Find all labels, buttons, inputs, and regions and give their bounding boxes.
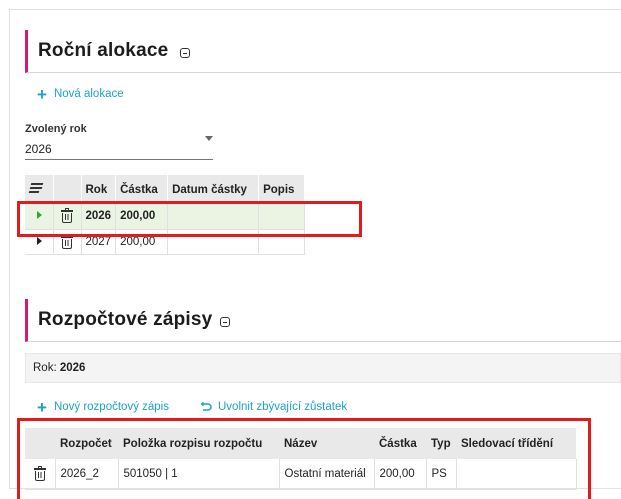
- column-header[interactable]: Rok: [81, 175, 117, 204]
- table-header-row: Rozpočet Položka rozpisu rozpočtu Název …: [25, 428, 576, 459]
- caret-down-icon: [205, 136, 213, 141]
- cell-sledovaci: [456, 459, 577, 490]
- trash-icon[interactable]: [33, 465, 46, 481]
- new-budget-entry-link[interactable]: + Nový rozpočtový zápis: [37, 397, 169, 417]
- cell-datum: [167, 204, 260, 230]
- chevron-right-icon[interactable]: [37, 211, 43, 220]
- cell-castka: 200,00: [115, 204, 169, 230]
- cell-rok: 2027: [81, 229, 117, 255]
- cell-rok: 2026: [81, 204, 117, 230]
- column-header[interactable]: Název: [279, 428, 374, 459]
- year-info-bar: Rok: 2026: [25, 353, 621, 383]
- column-actions: [25, 428, 55, 459]
- cell-polozka: 501050 | 1: [118, 459, 280, 490]
- annual-allocation-title: Roční alokace: [38, 40, 169, 61]
- table-row[interactable]: 2026_2 501050 | 1 Ostatní materiál 200,0…: [25, 459, 577, 490]
- year-select-value: 2026: [25, 142, 52, 156]
- budget-entries-title: Rozpočtové zápisy: [38, 309, 213, 330]
- expand-cell[interactable]: [25, 229, 54, 255]
- column-header[interactable]: Typ: [426, 428, 456, 459]
- year-info-value: 2026: [59, 362, 86, 374]
- column-actions: [53, 175, 82, 204]
- collapse-icon[interactable]: [220, 317, 230, 327]
- expand-cell[interactable]: [25, 204, 54, 230]
- cell-rozpocet: 2026_2: [55, 459, 119, 490]
- new-allocation-label: Nová alokace: [53, 88, 124, 100]
- delete-cell[interactable]: [53, 204, 82, 230]
- budget-entries-header: Rozpočtové zápisy: [25, 299, 621, 342]
- chevron-right-icon[interactable]: [37, 236, 43, 245]
- annual-allocation-table: Rok Částka Datum částky Popis 2026 200,0…: [25, 175, 306, 255]
- column-header[interactable]: Položka rozpisu rozpočtu: [118, 428, 279, 459]
- cell-popis: [258, 204, 306, 230]
- collapse-icon[interactable]: [180, 48, 190, 58]
- year-info-label: Rok:: [33, 362, 57, 374]
- new-budget-entry-label: Nový rozpočtový zápis: [53, 401, 169, 413]
- table-row[interactable]: 2026 200,00: [25, 204, 306, 230]
- table-row[interactable]: 2027 200,00: [25, 229, 306, 255]
- delete-cell[interactable]: [53, 229, 82, 255]
- annual-allocation-header: Roční alokace: [25, 30, 621, 73]
- release-balance-link[interactable]: Uvolnit zbývající zůstatek: [200, 401, 347, 413]
- selected-year-label: Zvolený rok: [25, 123, 87, 135]
- column-header[interactable]: Datum částky: [167, 175, 260, 204]
- trash-icon[interactable]: [61, 208, 73, 224]
- column-header[interactable]: Částka: [374, 428, 426, 459]
- column-header[interactable]: Částka: [115, 175, 169, 204]
- undo-icon: [200, 401, 212, 411]
- column-header[interactable]: Rozpočet: [55, 428, 118, 459]
- cell-castka: 200,00: [374, 459, 427, 490]
- menu-icon[interactable]: [28, 183, 44, 193]
- budget-entries-table: Rozpočet Položka rozpisu rozpočtu Název …: [25, 428, 577, 490]
- plus-icon: +: [37, 84, 47, 104]
- cell-popis: [258, 229, 306, 255]
- new-allocation-link[interactable]: + Nová alokace: [37, 84, 124, 104]
- year-select[interactable]: 2026: [25, 136, 213, 160]
- cell-datum: [167, 229, 260, 255]
- cell-castka: 200,00: [115, 229, 169, 255]
- cell-typ: PS: [426, 459, 457, 490]
- cell-nazev: Ostatní materiál: [279, 459, 375, 490]
- plus-icon: +: [37, 397, 47, 417]
- delete-cell[interactable]: [25, 459, 56, 490]
- column-header[interactable]: Sledovací třídění: [456, 428, 576, 459]
- table-header-row: Rok Částka Datum částky Popis: [25, 175, 306, 204]
- release-balance-label: Uvolnit zbývající zůstatek: [218, 401, 348, 413]
- column-header[interactable]: Popis: [258, 175, 306, 204]
- trash-icon[interactable]: [61, 233, 73, 249]
- column-menu-cell[interactable]: [25, 175, 54, 204]
